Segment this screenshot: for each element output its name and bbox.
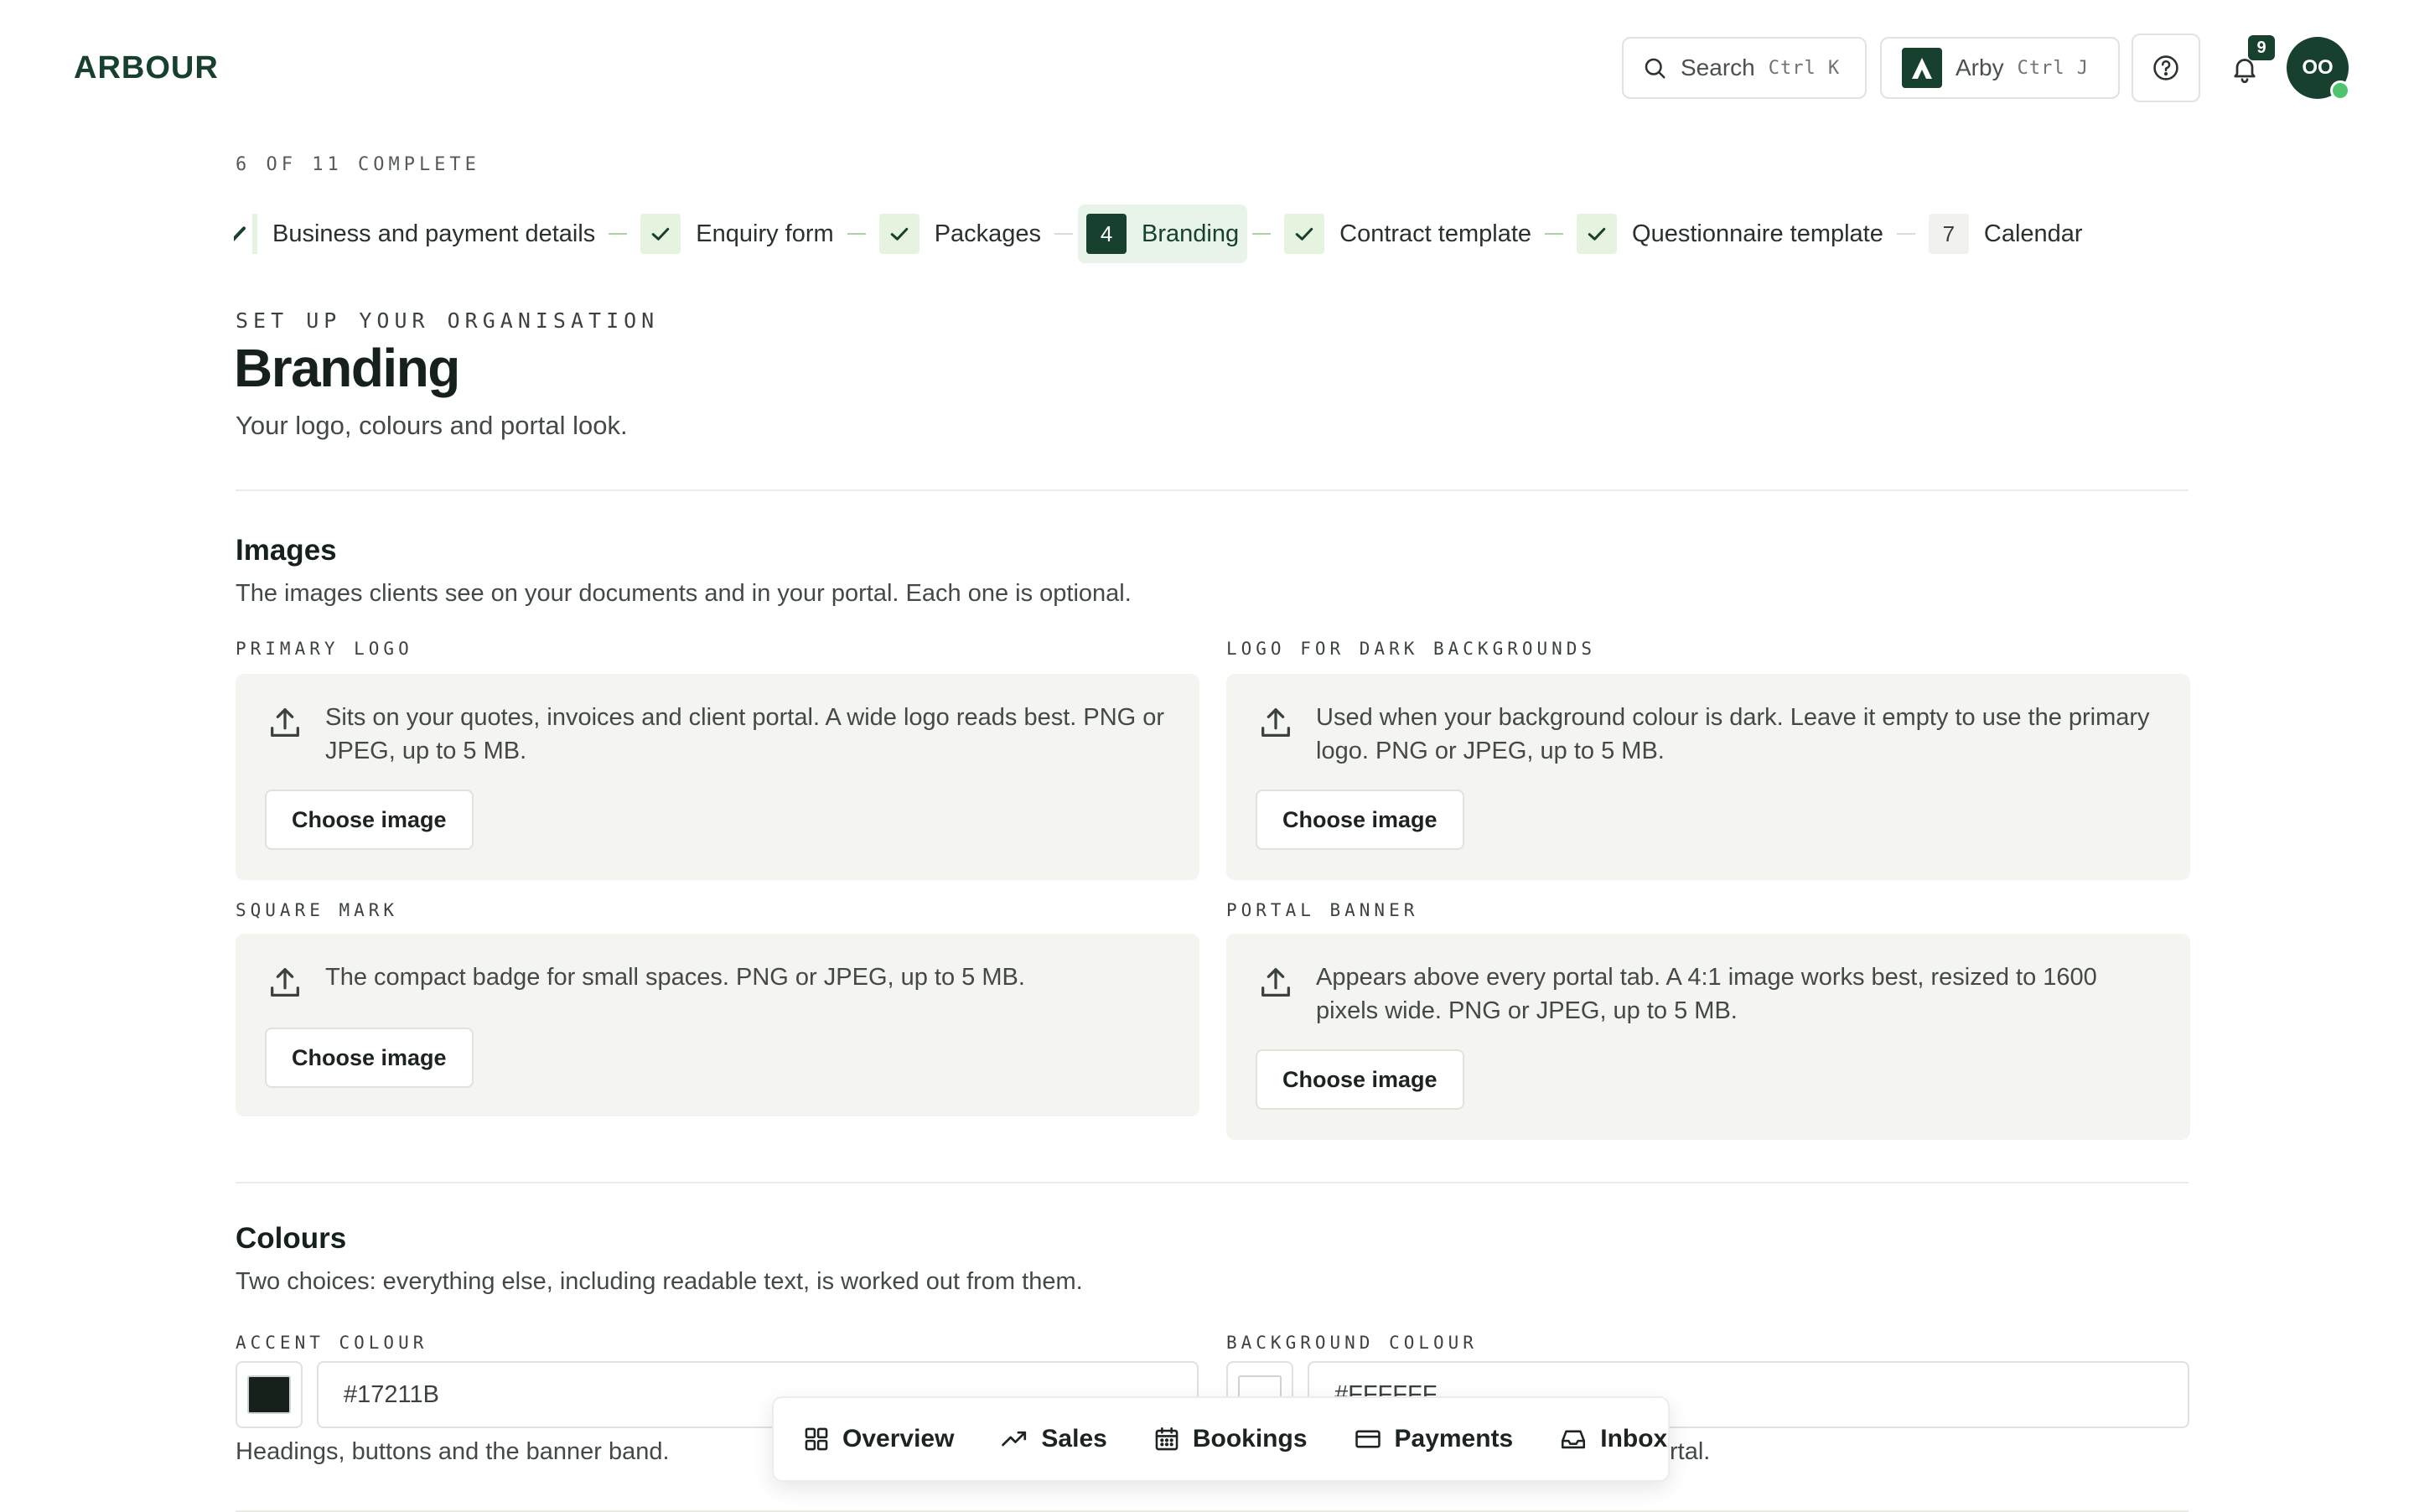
help-icon [2152, 54, 2180, 82]
choose-image-button[interactable]: Choose image [265, 790, 474, 850]
divider [236, 489, 2189, 491]
choose-image-button[interactable]: Choose image [265, 1028, 474, 1088]
bottom-nav: Overview Sales Bookings Payments Inbox [772, 1396, 1670, 1482]
step-label: Calendar [1983, 220, 2083, 247]
nav-label: Sales [1041, 1425, 1107, 1452]
accent-colour-label: ACCENT COLOUR [236, 1333, 428, 1353]
square-mark-dropzone[interactable]: The compact badge for small spaces. PNG … [236, 934, 1199, 1116]
avatar-initials: OO [2302, 56, 2334, 79]
check-icon [1284, 214, 1325, 254]
search-shortcut: Ctrl K [1768, 57, 1841, 79]
card-icon [1353, 1425, 1383, 1453]
upload-icon [266, 964, 304, 1002]
step-separator [609, 233, 628, 235]
primary-logo-dropzone[interactable]: Sits on your quotes, invoices and client… [236, 674, 1199, 880]
nav-inbox[interactable]: Inbox [1558, 1425, 1667, 1453]
choose-image-button[interactable]: Choose image [1256, 790, 1464, 850]
step-label: Packages [934, 220, 1042, 247]
notifications-badge: 9 [2248, 35, 2275, 60]
dark-logo-label: LOGO FOR DARK BACKGROUNDS [1226, 639, 1597, 659]
choose-image-button[interactable]: Choose image [1256, 1049, 1464, 1110]
step-separator [1545, 233, 1564, 235]
brand-logo[interactable]: ARBOUR [74, 50, 219, 86]
images-section-title: Images [236, 534, 337, 567]
check-icon [1577, 214, 1618, 254]
search-icon [1642, 55, 1667, 80]
step-separator [1252, 233, 1272, 235]
images-section-description: The images clients see on your documents… [236, 580, 1132, 607]
trend-up-icon [999, 1425, 1029, 1453]
upload-icon [1256, 704, 1295, 743]
setup-stepper: Business and payment details Enquiry for… [225, 205, 2091, 263]
background-colour-helper: rtal. [1670, 1438, 1711, 1465]
colours-section-title: Colours [236, 1222, 347, 1255]
nav-label: Overview [842, 1425, 955, 1452]
check-icon [640, 214, 681, 254]
square-mark-label: SQUARE MARK [236, 900, 399, 920]
upload-icon [1256, 964, 1295, 1002]
arby-logo-icon [1902, 48, 1942, 88]
step-separator [1054, 233, 1074, 235]
step-label: Business and payment details [272, 220, 596, 247]
nav-label: Payments [1394, 1425, 1514, 1452]
assistant-shortcut: Ctrl J [2017, 57, 2090, 79]
step-questionnaire-template[interactable]: Questionnaire template [1568, 205, 1892, 263]
square-mark-description: The compact badge for small spaces. PNG … [325, 964, 1025, 991]
check-icon [234, 217, 252, 251]
upload-icon [266, 704, 304, 743]
step-label: Questionnaire template [1632, 220, 1883, 247]
assistant-button[interactable]: Arby Ctrl J [1880, 37, 2120, 99]
online-status-dot [2330, 80, 2350, 101]
check-icon [878, 214, 919, 254]
step-number: 4 [1086, 214, 1127, 254]
step-packages[interactable]: Packages [871, 205, 1049, 263]
step-separator [847, 233, 866, 235]
step-enquiry-form[interactable]: Enquiry form [632, 205, 842, 263]
step-number: 7 [1928, 214, 1969, 254]
search-label: Search [1681, 54, 1755, 80]
portal-banner-description: Appears above every portal tab. A 4:1 im… [1316, 964, 2097, 1024]
nav-payments[interactable]: Payments [1353, 1425, 1514, 1453]
nav-overview[interactable]: Overview [802, 1425, 954, 1453]
step-label: Enquiry form [696, 220, 834, 247]
step-label: Contract template [1339, 220, 1532, 247]
step-separator [1896, 233, 1915, 235]
portal-banner-label: PORTAL BANNER [1226, 900, 1419, 920]
accent-colour-helper: Headings, buttons and the banner band. [236, 1438, 670, 1465]
background-colour-label: BACKGROUND COLOUR [1226, 1333, 1478, 1353]
page-title: Branding [234, 338, 460, 398]
inbox-icon [1558, 1425, 1588, 1453]
dark-logo-dropzone[interactable]: Used when your background colour is dark… [1226, 674, 2190, 880]
grid-icon [802, 1425, 831, 1453]
page-subtitle: Your logo, colours and portal look. [236, 411, 628, 440]
nav-label: Bookings [1192, 1425, 1308, 1452]
portal-banner-dropzone[interactable]: Appears above every portal tab. A 4:1 im… [1226, 934, 2190, 1140]
calendar-icon [1153, 1425, 1181, 1453]
search-button[interactable]: Search Ctrl K [1622, 37, 1867, 99]
page-eyebrow: SET UP YOUR ORGANISATION [236, 308, 660, 333]
avatar[interactable]: OO [2287, 37, 2350, 101]
accent-colour-swatch [247, 1375, 291, 1414]
step-business-payment[interactable]: Business and payment details [225, 205, 604, 263]
primary-logo-description: Sits on your quotes, invoices and client… [325, 704, 1165, 764]
step-label: Branding [1142, 220, 1240, 247]
step-branding[interactable]: 4 Branding [1078, 205, 1248, 263]
help-button[interactable] [2132, 34, 2200, 102]
primary-logo-label: PRIMARY LOGO [236, 639, 413, 659]
progress-text: 6 OF 11 COMPLETE [236, 154, 480, 175]
nav-bookings[interactable]: Bookings [1153, 1425, 1308, 1453]
step-calendar[interactable]: 7 Calendar [1920, 205, 2091, 263]
nav-sales[interactable]: Sales [999, 1425, 1107, 1453]
accent-colour-picker[interactable] [236, 1361, 303, 1428]
step-contract-template[interactable]: Contract template [1276, 205, 1540, 263]
divider [236, 1182, 2189, 1183]
colours-section-description: Two choices: everything else, including … [236, 1268, 1083, 1295]
assistant-label: Arby [1956, 54, 2004, 80]
nav-label: Inbox [1600, 1425, 1668, 1452]
dark-logo-description: Used when your background colour is dark… [1316, 704, 2150, 764]
